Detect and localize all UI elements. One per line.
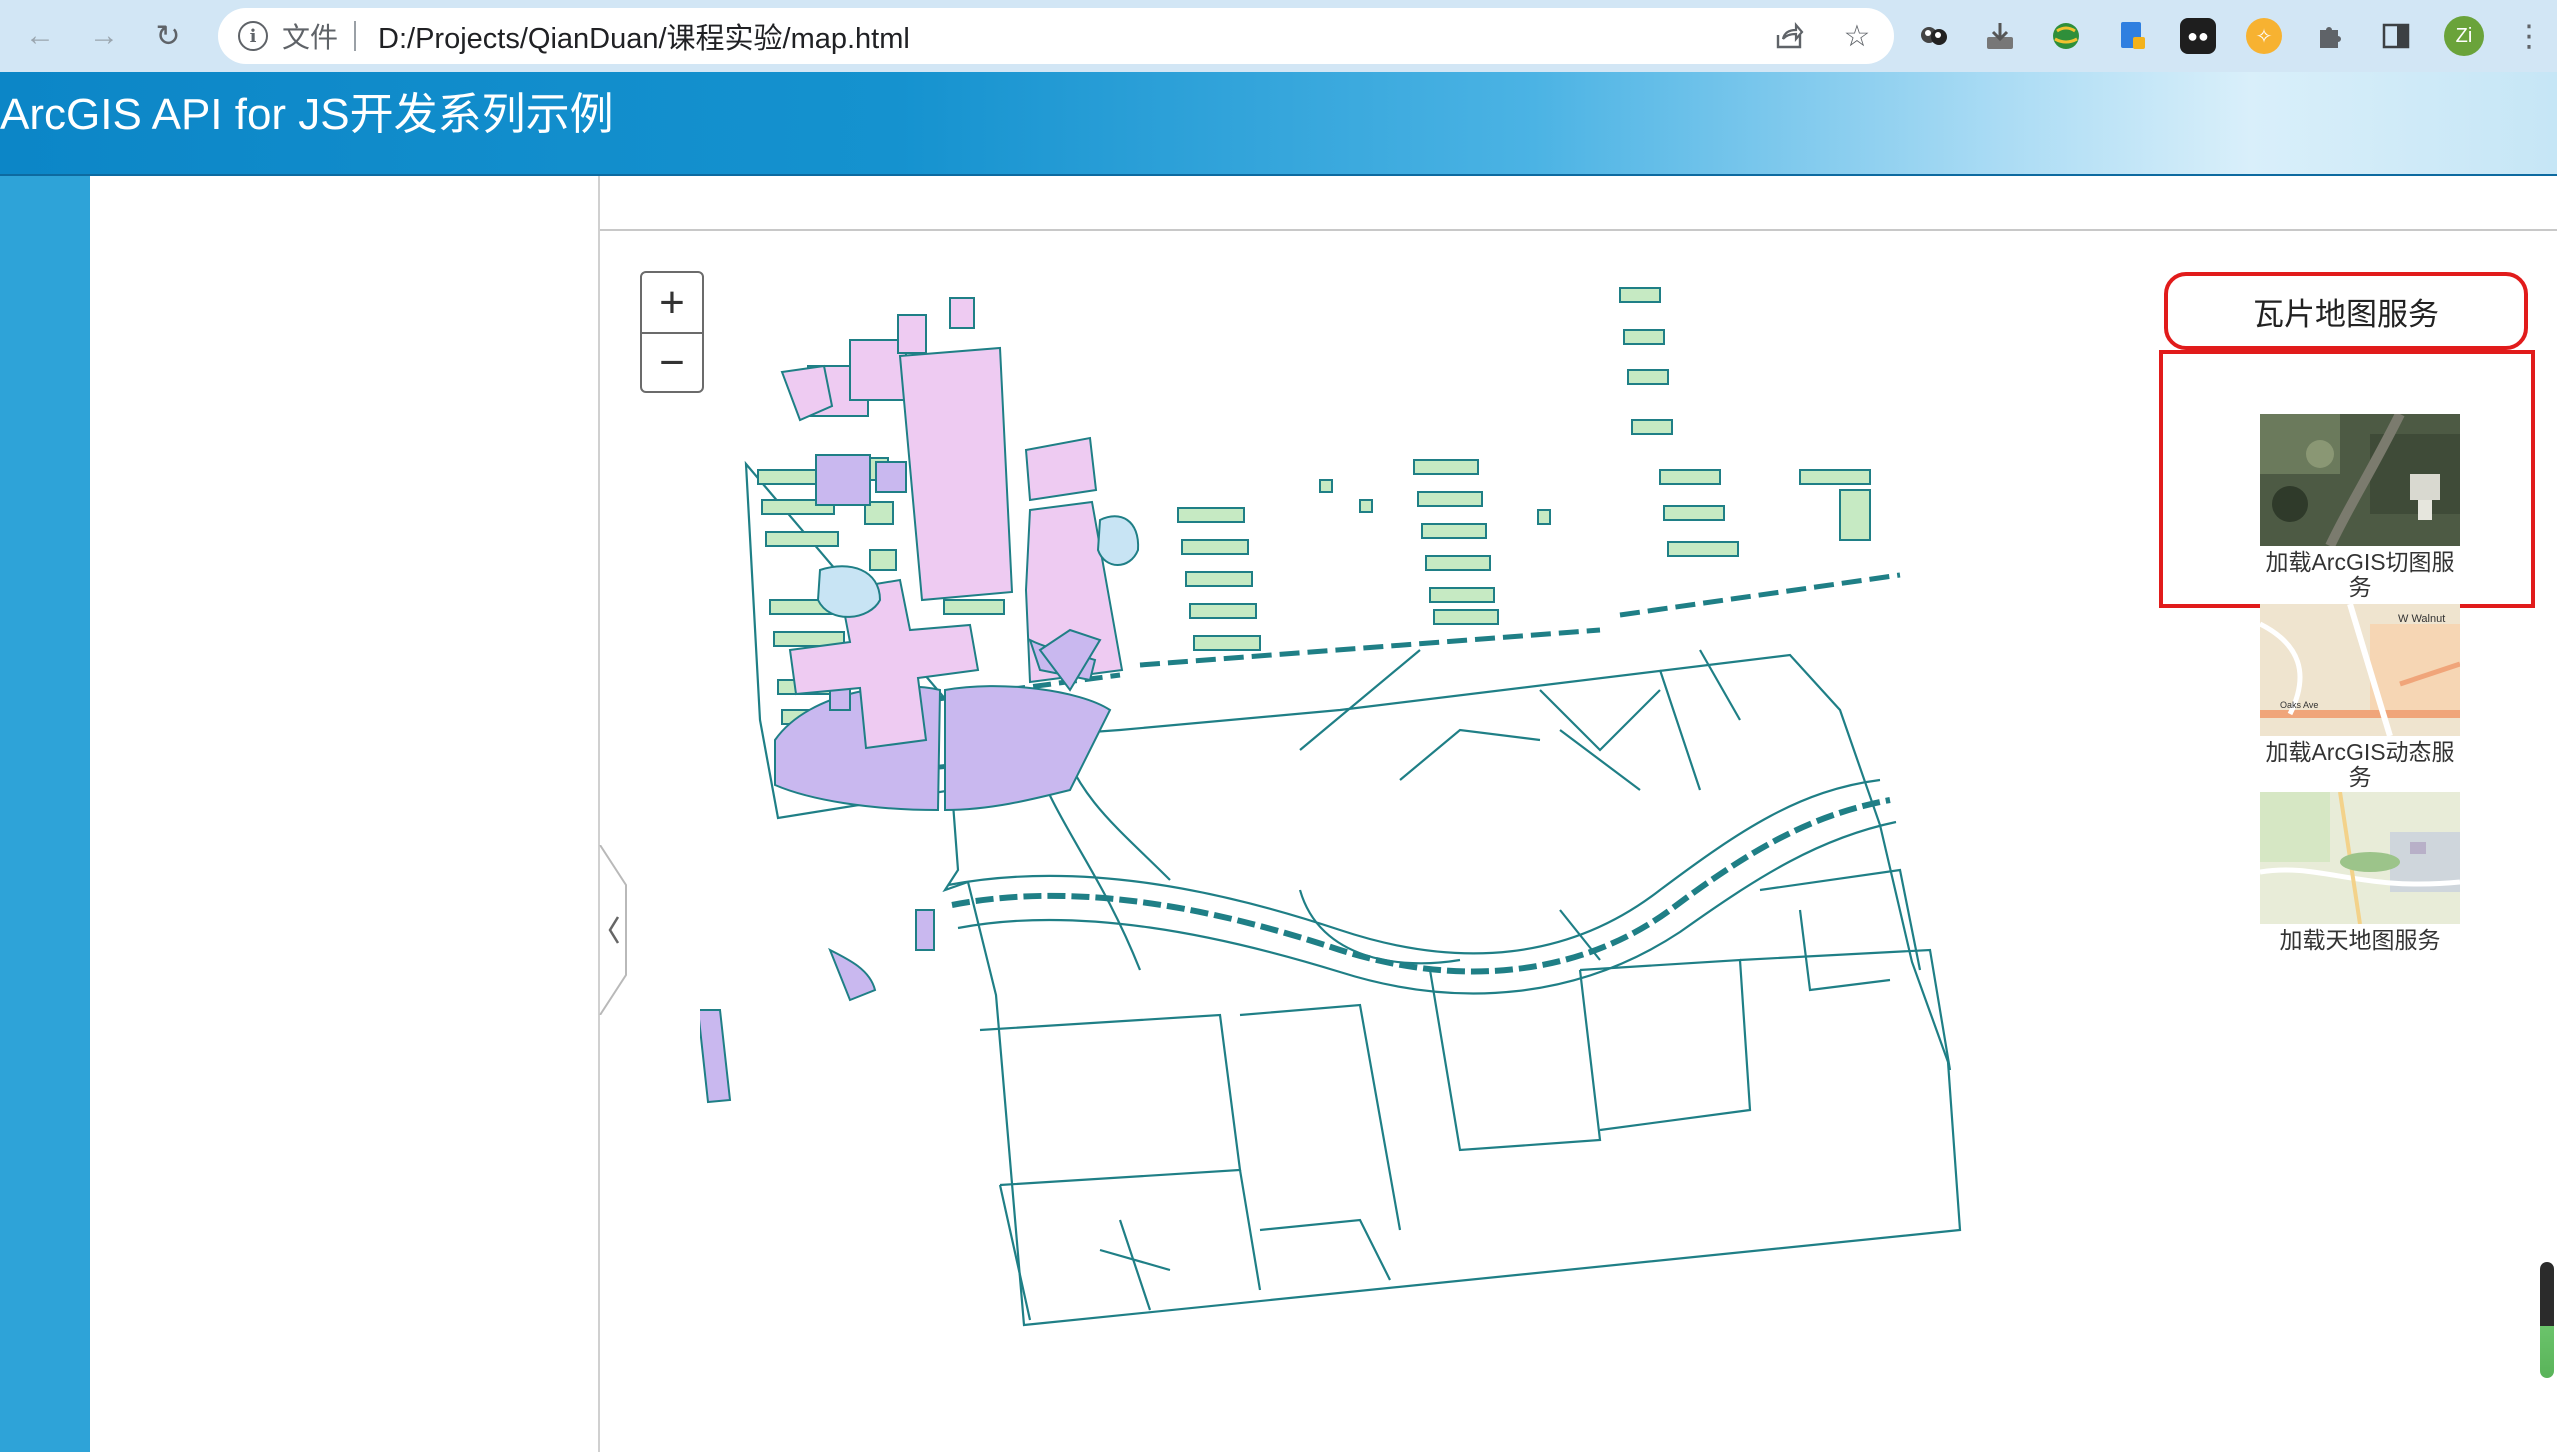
road-inner-1 [979,1013,1242,1187]
globe-extension-icon[interactable] [2048,18,2084,54]
building-pink [949,297,975,329]
basemap-item-arcgis-tiled[interactable]: 加载ArcGIS切图服务 [2260,414,2460,600]
road-inner-10 [1759,868,1922,992]
url-text[interactable]: D:/Projects/QianDuan/课程实验/map.html [378,15,910,57]
lake-right [1096,515,1140,566]
building-green [1839,489,1871,541]
building-green [1413,459,1479,475]
building-green [1631,419,1673,435]
building-green [1433,609,1499,625]
extension-glasses-icon[interactable] [1916,18,1952,54]
share-icon[interactable] [1772,19,1806,53]
building-green [1619,287,1661,303]
street-label: Oaks Ave [2280,700,2318,710]
building-green [1659,469,1721,485]
bookmark-star-icon[interactable]: ☆ [1840,19,1874,53]
road-inner-12 [1099,1218,1391,1281]
street-label: W Walnut [2398,613,2445,625]
topo-thumbnail [2260,792,2460,924]
site-info-icon[interactable]: i [238,21,268,51]
download-manager-icon[interactable] [1982,18,2018,54]
building-violet [700,1009,732,1104]
browser-menu-icon[interactable]: ⋮ [2514,19,2544,54]
building-green [1425,555,1491,571]
building-green [1537,509,1551,525]
zoom-out-button[interactable]: − [642,332,702,391]
file-extension-icon[interactable] [2114,18,2150,54]
parking-dash-4 [1619,572,1901,618]
building-violet [815,454,871,506]
streets-thumbnail: W Walnut Oaks Ave [2260,604,2460,736]
building-green [1623,329,1665,345]
building-green [869,549,897,571]
building-pink [897,314,927,354]
road-inner-6 [998,1169,1262,1321]
building-green [1417,491,1483,507]
url-scheme: 文件 [282,22,339,53]
basemap-panel-title: 瓦片地图服务 [2253,296,2439,333]
zoom-control: + − [640,271,704,393]
building-green [1627,369,1669,385]
building-green [1667,541,1739,557]
building-green [1359,499,1373,513]
basemap-item-tianditu[interactable]: 加载天地图服务 [2260,792,2460,953]
profile-avatar[interactable]: Zi [2444,16,2484,56]
building-violet [828,947,877,1002]
building-green [1177,507,1245,523]
orange-extension-icon[interactable]: ✧ [2246,18,2282,54]
scroll-indicator[interactable] [2540,1262,2554,1378]
basemap-label: 加载天地图服务 [2279,927,2441,953]
side-panel-icon[interactable] [2378,18,2414,54]
campus-map-layer[interactable] [700,270,2000,1340]
page-title: ArcGIS API for JS开发系列示例 [0,90,614,139]
eyes-extension-icon[interactable]: ●● [2180,18,2216,54]
lake-center [816,565,882,618]
app-header: ArcGIS API for JS开发系列示例 [0,72,2557,176]
road-inner-4 [1579,958,1752,1132]
road-inner-3 [1428,969,1602,1152]
building-green [1319,479,1333,493]
panel-collapse-toggle[interactable] [598,844,628,1016]
browser-toolbar: ← → ↻ i 文件 D:/Projects/QianDuan/课程实验/map… [0,0,2557,72]
building-violet [915,909,935,951]
building-green [943,599,1005,615]
back-icon[interactable]: ← [16,12,64,60]
building-green [1181,539,1249,555]
forward-icon[interactable]: → [80,12,128,60]
address-bar[interactable]: i 文件 D:/Projects/QianDuan/课程实验/map.html … [218,8,1894,64]
building-violet [875,461,907,493]
nav-buttons: ← → ↻ [16,12,192,60]
building-green [1193,635,1261,651]
road-inner-2 [1239,1003,1402,1231]
building-green [1799,469,1871,485]
building-green [1429,587,1495,603]
building-green [1421,523,1487,539]
extensions-bar: ●● ✧ Zi ⋮ [1916,12,2544,60]
chevron-left-icon [599,844,627,1016]
building-green [765,531,839,547]
imagery-thumbnail [2260,414,2460,546]
building-pink [1024,436,1098,502]
road-upper-boundary [947,778,1881,955]
extensions-puzzle-icon[interactable] [2312,18,2348,54]
zoom-in-button[interactable]: + [642,273,702,332]
reload-icon[interactable]: ↻ [144,12,192,60]
url-separator [354,21,357,51]
basemap-item-arcgis-dynamic[interactable]: W Walnut Oaks Ave 加载ArcGIS动态服务 [2260,604,2460,790]
basemap-label: 加载ArcGIS切图服务 [2265,549,2455,600]
building-green [1189,603,1257,619]
building-green [1663,505,1725,521]
building-pink [898,346,1014,602]
left-panel [90,176,598,1452]
road-inner-7 [1299,649,1702,791]
basemap-panel-title-box: 瓦片地图服务 [2164,272,2528,350]
basemap-label: 加载ArcGIS动态服务 [2265,739,2455,790]
building-green [1185,571,1253,587]
left-rail [0,176,90,1452]
